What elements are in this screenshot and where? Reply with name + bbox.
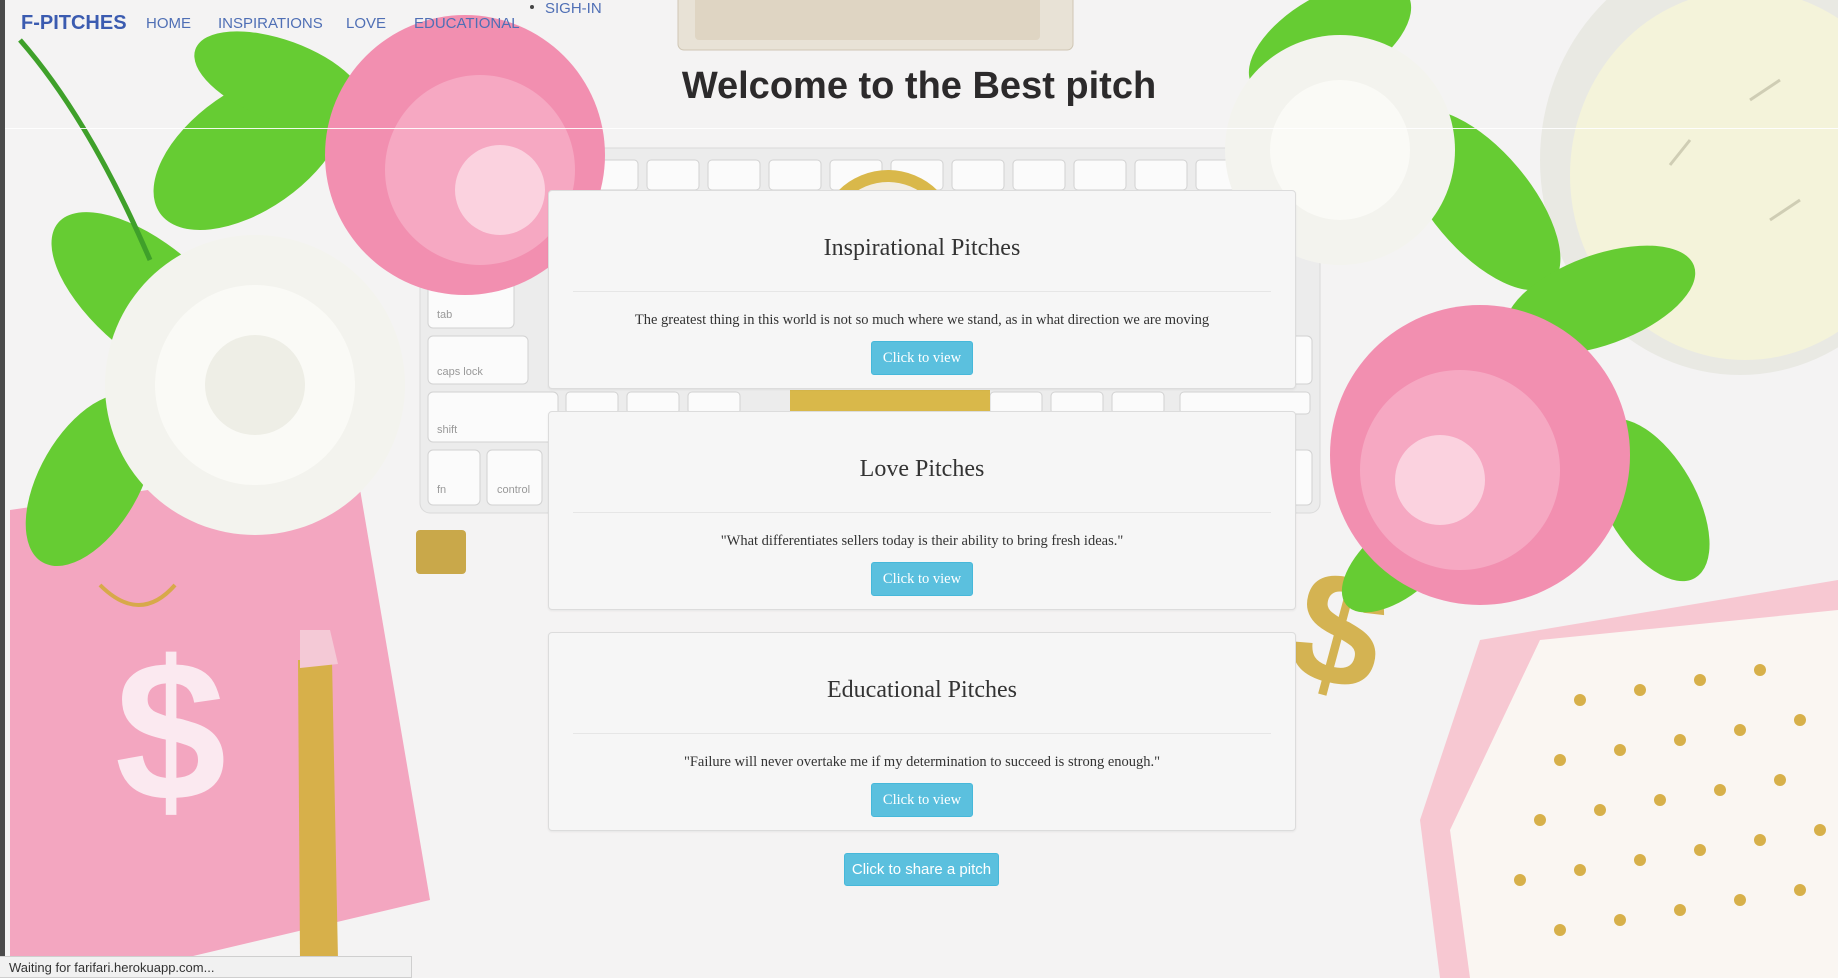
panel-title: Love Pitches	[859, 456, 985, 482]
panel-quote: "What differentiates sellers today is th…	[720, 533, 1124, 549]
panel-divider	[573, 291, 1271, 292]
nav-link-home[interactable]: HOME	[146, 15, 191, 32]
brand-link[interactable]: F-PITCHES	[21, 12, 127, 35]
svg-text:control: control	[497, 484, 530, 496]
share-pitch-button[interactable]: Click to share a pitch	[844, 853, 999, 886]
panel-inspirational: Inspirational Pitches The greatest thing…	[548, 190, 1296, 389]
gold-pen-image	[298, 630, 338, 978]
nav-link-inspirations[interactable]: INSPIRATIONS	[218, 15, 323, 32]
view-educational-button[interactable]: Click to view	[871, 783, 973, 817]
svg-text:shift: shift	[437, 424, 457, 436]
panel-title: Educational Pitches	[827, 677, 1017, 703]
nav-bullet-icon	[530, 5, 534, 9]
panel-title: Inspirational Pitches	[823, 235, 1021, 261]
page-title: Welcome to the Best pitch	[681, 65, 1157, 107]
binder-clip-image	[416, 530, 466, 574]
nav-link-sign-in[interactable]: SIGH-IN	[545, 0, 602, 17]
panel-educational: Educational Pitches "Failure will never …	[548, 632, 1296, 831]
panel-quote: The greatest thing in this world is not …	[634, 312, 1210, 328]
panel-divider	[573, 733, 1271, 734]
svg-text:fn: fn	[437, 484, 446, 496]
panel-divider	[573, 512, 1271, 513]
title-divider	[5, 128, 1838, 129]
nav-link-educational[interactable]: EDUCATIONAL	[414, 15, 520, 32]
svg-text:caps lock: caps lock	[437, 366, 483, 378]
svg-text:tab: tab	[437, 309, 452, 321]
view-inspirational-button[interactable]: Click to view	[871, 341, 973, 375]
panel-quote: "Failure will never overtake me if my de…	[683, 754, 1161, 770]
browser-status-bar: Waiting for farifari.herokuapp.com...	[0, 956, 412, 978]
window-edge	[0, 0, 5, 978]
nav-link-love[interactable]: LOVE	[346, 15, 386, 32]
svg-text:$: $	[115, 620, 226, 843]
view-love-button[interactable]: Click to view	[871, 562, 973, 596]
panel-love: Love Pitches "What differentiates seller…	[548, 411, 1296, 610]
gift-box-image	[1420, 580, 1838, 978]
